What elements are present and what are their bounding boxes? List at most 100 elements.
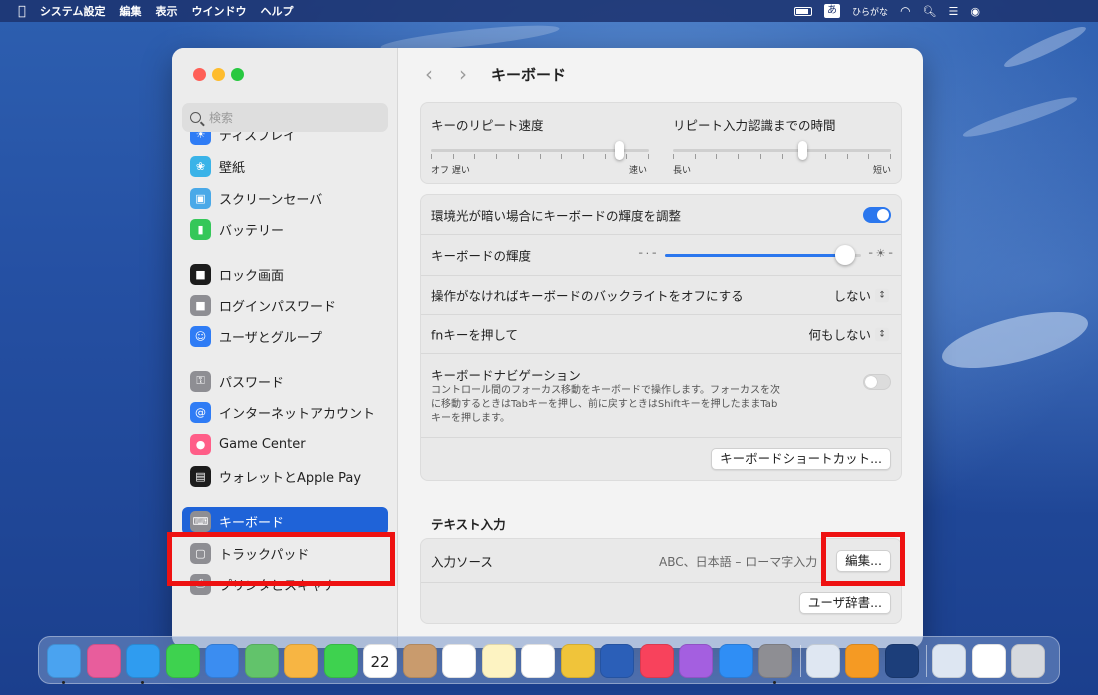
quicktime-icon[interactable] bbox=[884, 644, 919, 678]
key-repeat-min-label: オフ 遅い bbox=[431, 166, 470, 176]
slider-knob[interactable] bbox=[614, 141, 624, 160]
nav-description-line: コントロール間のフォーカス移動をキーボードで操作します。フォーカスを次 bbox=[431, 385, 780, 396]
apple-menu-icon[interactable]:  bbox=[18, 4, 26, 19]
forward-button[interactable]: › bbox=[453, 62, 473, 86]
messages-icon[interactable] bbox=[165, 644, 200, 678]
documents-icon[interactable] bbox=[971, 644, 1006, 678]
sidebar-item[interactable]: ☀ ディスプレイ bbox=[182, 132, 388, 148]
wifi-icon[interactable]: ◠ bbox=[900, 4, 910, 18]
launchpad-icon[interactable] bbox=[86, 644, 121, 678]
menu-view[interactable]: 表示 bbox=[155, 3, 177, 19]
repeat-delay-label: リピート入力認識までの時間 bbox=[673, 118, 836, 133]
slider-tick bbox=[781, 154, 783, 159]
downloads-icon[interactable] bbox=[932, 644, 966, 678]
slider-tick bbox=[673, 154, 674, 159]
wallpaper-dolphin bbox=[936, 300, 1094, 380]
music-icon[interactable] bbox=[639, 644, 674, 678]
back-button[interactable]: ‹ bbox=[419, 62, 439, 86]
freeform-icon[interactable] bbox=[521, 644, 555, 678]
reminders-icon[interactable] bbox=[442, 644, 476, 678]
menu-app-name[interactable]: システム設定 bbox=[40, 3, 106, 19]
sidebar-item[interactable]: ☺ ユーザとグループ bbox=[182, 322, 388, 350]
text-input-header: テキスト入力 bbox=[431, 517, 506, 532]
menu-edit[interactable]: 編集 bbox=[119, 3, 141, 19]
input-mode-label[interactable]: ひらがな bbox=[852, 5, 888, 18]
user-dictionary-button[interactable]: ユーザ辞書... bbox=[798, 592, 891, 614]
calendar-icon[interactable]: 22 bbox=[363, 644, 397, 678]
brightness-slider[interactable] bbox=[665, 245, 861, 265]
sidebar-item-label: ディスプレイ bbox=[219, 132, 297, 144]
slider-knob[interactable] bbox=[798, 141, 808, 160]
battery-icon[interactable] bbox=[794, 6, 813, 16]
sidebar-item[interactable]: ⚿ パスワード bbox=[182, 367, 388, 395]
minimize-window-button[interactable] bbox=[212, 68, 225, 81]
sidebar-item[interactable]: ❀ 壁紙 bbox=[182, 152, 388, 180]
menu-window[interactable]: ウインドウ bbox=[191, 3, 246, 19]
close-window-button[interactable] bbox=[193, 68, 206, 81]
keyboard-navigation-label: キーボードナビゲーション bbox=[431, 368, 581, 383]
slider-tick bbox=[582, 154, 584, 159]
dock: 22 bbox=[38, 636, 1060, 684]
slider-tick bbox=[431, 154, 432, 159]
repeat-delay-slider[interactable] bbox=[673, 141, 891, 161]
auto-brightness-label: 環境光が暗い場合にキーボードの輝度を調整 bbox=[431, 208, 682, 223]
sidebar-item-label: 壁紙 bbox=[219, 160, 246, 176]
sidebar-item-label: バッテリー bbox=[219, 223, 285, 239]
slider-tick bbox=[517, 154, 519, 159]
preview-icon[interactable] bbox=[805, 644, 840, 678]
backlight-off-popup[interactable]: しない ↕ bbox=[833, 286, 889, 305]
fn-key-popup[interactable]: 何もしない ↕ bbox=[808, 325, 889, 344]
display-icon: ☀ bbox=[190, 132, 211, 145]
sidebar-item-label: パスワード bbox=[219, 375, 285, 391]
sidebar-item[interactable]: ▤ ウォレットとApple Pay bbox=[182, 462, 388, 490]
keyboard-navigation-toggle[interactable] bbox=[863, 374, 891, 390]
brightness-row: キーボードの輝度 ╴·╶ ╴☀╶ bbox=[421, 235, 901, 276]
siri-icon[interactable]: ◉ bbox=[970, 5, 980, 18]
dock-separator bbox=[799, 645, 801, 677]
input-sources-value: ABC、日本語 – ローマ字入力 bbox=[659, 555, 818, 569]
finder-icon[interactable] bbox=[47, 644, 81, 678]
chrome-icon[interactable] bbox=[560, 644, 595, 678]
sidebar-item[interactable]: ▣ スクリーンセーバ bbox=[182, 184, 388, 212]
slider-knob[interactable] bbox=[835, 245, 856, 265]
slider-tick bbox=[890, 154, 891, 159]
sidebar-item-label: ログインパスワード bbox=[219, 299, 337, 315]
sidebar-item[interactable]: ● Game Center bbox=[182, 430, 388, 458]
sidebar-item[interactable]: ■ ログインパスワード bbox=[182, 291, 388, 319]
fn-key-label: fnキーを押して bbox=[431, 327, 518, 343]
pages-icon[interactable] bbox=[845, 644, 879, 678]
notes-icon[interactable] bbox=[481, 644, 516, 678]
maps-icon[interactable] bbox=[244, 644, 279, 678]
zoom-window-button[interactable] bbox=[231, 68, 244, 81]
keyboard-navigation-row: キーボードナビゲーション コントロール間のフォーカス移動をキーボードで操作します… bbox=[421, 354, 901, 438]
app-store-icon[interactable] bbox=[718, 644, 753, 678]
sidebar-item[interactable]: ⌨ キーボード bbox=[182, 507, 388, 535]
keyboard-shortcuts-button[interactable]: キーボードショートカット... bbox=[711, 448, 891, 470]
backlight-off-value: しない bbox=[833, 288, 871, 304]
word-icon[interactable] bbox=[600, 644, 634, 678]
facetime-icon[interactable] bbox=[323, 644, 358, 678]
input-mode-icon[interactable]: あ bbox=[824, 4, 841, 18]
auto-brightness-row: 環境光が暗い場合にキーボードの輝度を調整 bbox=[421, 195, 901, 235]
podcasts-icon[interactable] bbox=[679, 644, 713, 678]
mail-icon[interactable] bbox=[205, 644, 239, 678]
at-icon: @ bbox=[190, 401, 211, 423]
trash-icon[interactable] bbox=[1011, 644, 1045, 678]
battery-icon: ▮ bbox=[190, 218, 211, 240]
safari-icon[interactable] bbox=[126, 644, 160, 678]
photos-icon[interactable] bbox=[284, 644, 318, 678]
sidebar-item[interactable]: ▮ バッテリー bbox=[182, 215, 388, 243]
sidebar-item[interactable]: @ インターネットアカウント bbox=[182, 398, 388, 426]
login-password-icon: ■ bbox=[190, 294, 211, 316]
key-repeat-slider[interactable] bbox=[431, 141, 649, 161]
control-center-icon[interactable]: ☰ bbox=[949, 5, 959, 18]
system-settings-icon[interactable] bbox=[758, 644, 792, 678]
spotlight-icon[interactable]: 🔍︎ bbox=[923, 5, 937, 18]
sidebar-item[interactable]: ■ ロック画面 bbox=[182, 260, 388, 288]
search-input[interactable]: 検索 bbox=[182, 103, 388, 132]
auto-brightness-toggle[interactable] bbox=[863, 206, 891, 223]
contacts-icon[interactable] bbox=[402, 644, 437, 678]
search-placeholder: 検索 bbox=[209, 111, 234, 125]
menu-help[interactable]: ヘルプ bbox=[260, 3, 293, 19]
slider-tick bbox=[539, 154, 541, 159]
